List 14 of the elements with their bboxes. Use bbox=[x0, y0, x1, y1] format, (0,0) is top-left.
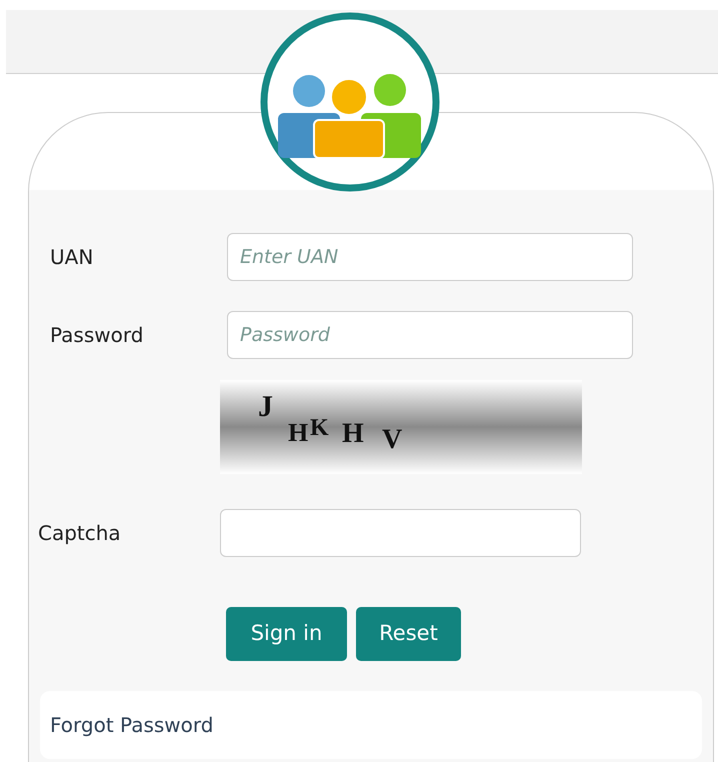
captcha-character: H bbox=[342, 420, 364, 448]
captcha-input[interactable] bbox=[220, 509, 581, 557]
captcha-character: K bbox=[310, 416, 329, 440]
captcha-label: Captcha bbox=[38, 520, 122, 547]
captcha-character: V bbox=[382, 426, 402, 454]
input-field[interactable]: Password bbox=[227, 311, 633, 359]
field-label: Password bbox=[50, 322, 144, 349]
forgot-password-link[interactable]: Forgot Password bbox=[50, 710, 214, 740]
captcha-character: J bbox=[258, 392, 273, 422]
captcha-character: H bbox=[288, 420, 308, 446]
reset-button[interactable]: Reset bbox=[356, 607, 461, 661]
field-label: UAN bbox=[50, 244, 94, 271]
sign-in-button[interactable]: Sign in bbox=[226, 607, 347, 661]
input-field[interactable]: Enter UAN bbox=[227, 233, 633, 281]
